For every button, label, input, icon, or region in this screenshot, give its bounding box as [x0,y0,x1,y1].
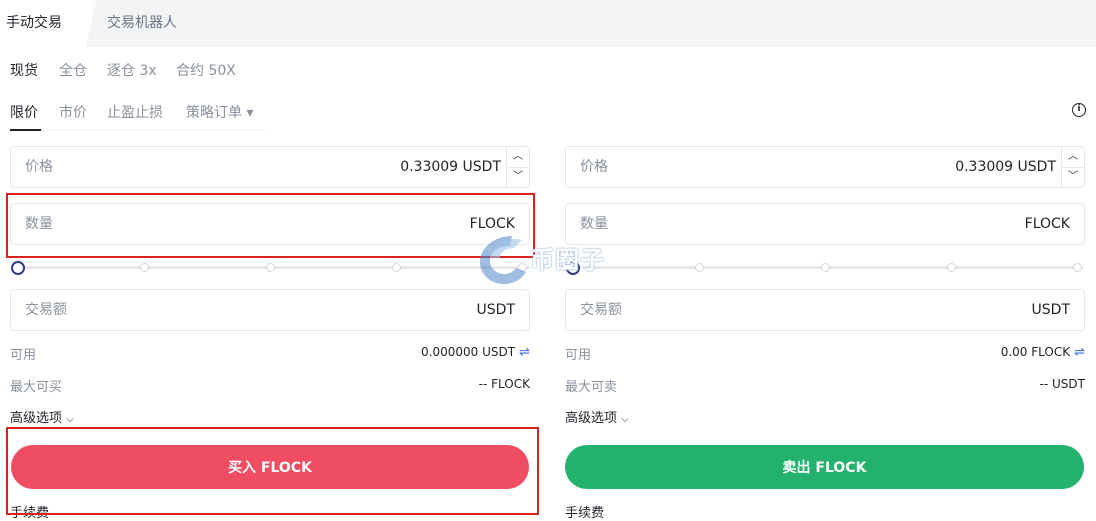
sell-max-label: 最大可卖 [565,380,618,395]
order-type-market[interactable]: 市价 [59,102,87,122]
buy-price-label: 价格 [25,159,53,175]
sell-price-input[interactable]: 价格 0.33009 USDT ︿ ﹀ [565,146,1085,188]
buy-available-label: 可用 [10,348,37,363]
buy-slider-mark-100[interactable] [518,263,527,272]
sell-qty-label: 数量 [580,216,608,232]
sell-price-value: 0.33009 USDT [955,159,1056,175]
tab-trading-bot[interactable]: 交易机器人 [107,0,177,47]
buy-amount-unit: USDT [476,302,515,318]
sell-price-label: 价格 [580,159,608,175]
buy-slider-handle[interactable] [11,261,25,275]
sell-amount-unit: USDT [1031,302,1070,318]
buy-amount-input[interactable]: 交易额 USDT [10,289,530,331]
sell-amount-input[interactable]: 交易额 USDT [565,289,1085,331]
sell-slider-mark-50[interactable] [821,263,830,272]
sell-button[interactable]: 卖出 FLOCK [565,445,1084,489]
buy-available-value: 0.000000 USDT ⇌ [421,345,530,360]
order-type-limit[interactable]: 限价 [10,102,38,122]
chevron-up-icon[interactable]: ︿ [507,147,529,168]
watermark-text: 币圈子 [530,246,605,274]
buy-advanced-label: 高级选项 [10,411,63,426]
buy-price-input[interactable]: 价格 0.33009 USDT ︿ ﹀ [10,146,530,188]
chevron-down-icon: ⌵ [621,414,629,425]
sell-fee-label: 手续费 [565,506,605,521]
sell-qty-unit: FLOCK [1024,216,1070,232]
buy-price-stepper: ︿ ﹀ [506,147,529,187]
buy-slider-mark-25[interactable] [140,263,149,272]
buy-price-value: 0.33009 USDT [400,159,501,175]
sell-available-label: 可用 [565,348,592,363]
buy-available-amount: 0.000000 USDT [421,345,516,359]
annotation-box-quantity [6,193,535,258]
sell-available-value: 0.00 FLOCK ⇌ [1001,345,1085,360]
buy-slider-mark-75[interactable] [392,263,401,272]
sell-advanced-options[interactable]: 高级选项 ⌵ [565,407,629,426]
mode-futures[interactable]: 合约 50X [176,60,236,80]
buy-max-value: -- FLOCK [478,377,530,391]
sell-slider-mark-25[interactable] [695,263,704,272]
buy-amount-label: 交易额 [25,302,67,318]
sell-max-value: -- USDT [1039,377,1085,391]
sell-advanced-label: 高级选项 [565,411,618,426]
chevron-down-icon: ⌵ [66,414,74,425]
sell-amount-label: 交易额 [580,302,622,318]
sell-slider-mark-75[interactable] [947,263,956,272]
transfer-icon[interactable]: ⇌ [1074,345,1085,360]
sell-quantity-input[interactable]: 数量 FLOCK [565,203,1085,245]
mode-spot[interactable]: 现货 [10,60,38,80]
order-type-divider [10,130,266,131]
transfer-icon[interactable]: ⇌ [519,345,530,360]
buy-max-label: 最大可买 [10,380,63,395]
info-icon[interactable]: i [1072,103,1086,117]
chevron-down-icon[interactable]: ﹀ [1062,167,1084,187]
buy-slider-mark-50[interactable] [266,263,275,272]
mode-isolated[interactable]: 逐仓 3x [107,60,157,80]
mode-cross[interactable]: 全仓 [59,60,87,80]
sell-slider-mark-100[interactable] [1073,263,1082,272]
sell-price-stepper: ︿ ﹀ [1061,147,1084,187]
chevron-down-icon[interactable]: ﹀ [507,167,529,187]
order-type-tp-sl[interactable]: 止盈止损 [107,102,163,122]
order-type-strategy[interactable]: 策略订单 ▾ [186,102,253,122]
buy-advanced-options[interactable]: 高级选项 ⌵ [10,407,74,426]
chevron-up-icon[interactable]: ︿ [1062,147,1084,168]
order-type-active-underline [10,129,41,131]
tab-manual-trading[interactable]: 手动交易 [0,0,96,47]
annotation-box-buy-button [6,427,539,515]
sell-available-amount: 0.00 FLOCK [1000,345,1071,359]
